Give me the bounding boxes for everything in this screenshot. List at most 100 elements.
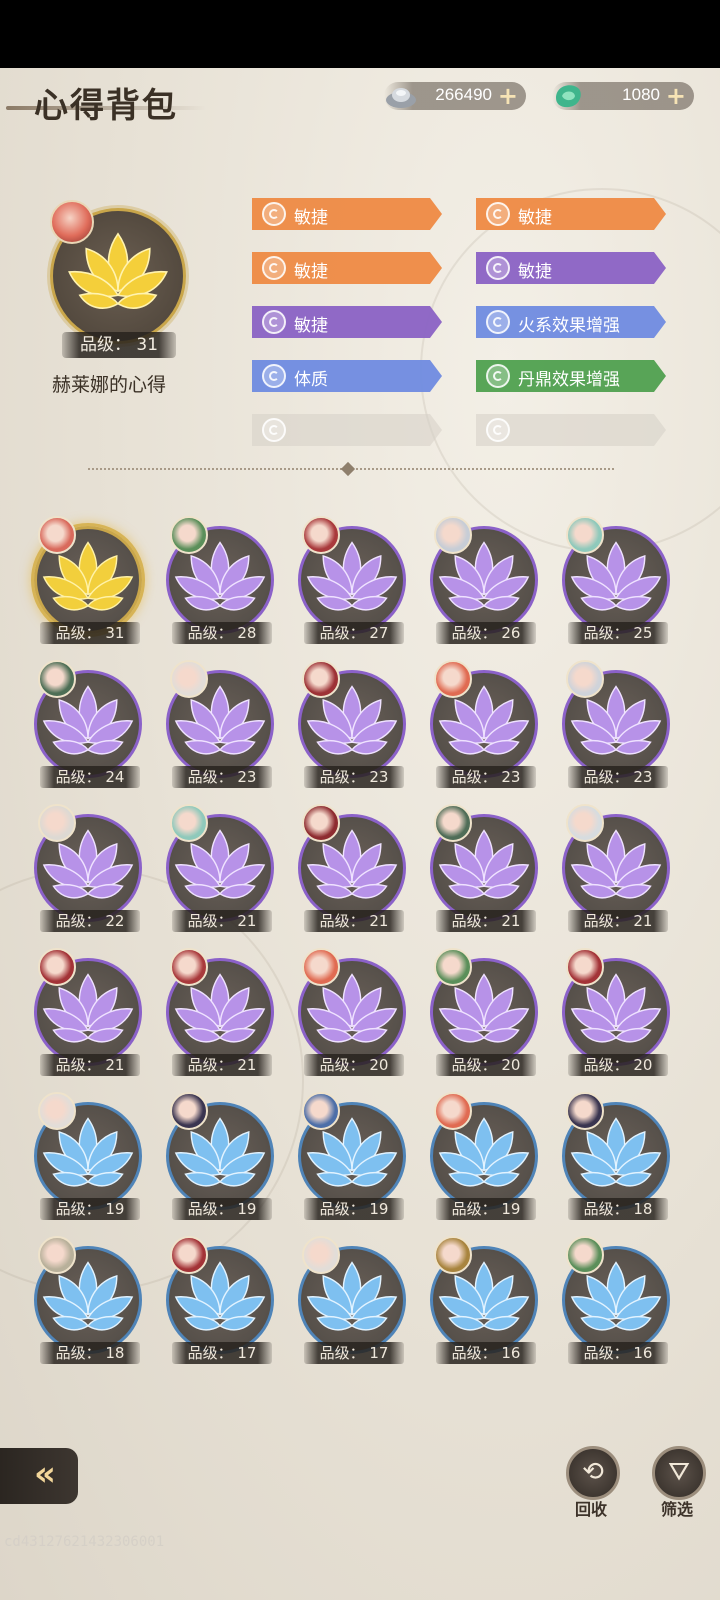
attribute-tag: 火系效果增强 — [476, 306, 666, 338]
character-avatar — [38, 1092, 76, 1130]
add-jade-button[interactable]: + — [666, 82, 686, 110]
lotus-card[interactable]: 品级： 18 — [562, 1092, 674, 1226]
attribute-label: 敏捷 — [294, 208, 328, 228]
jade-amount: 1080 — [622, 85, 660, 104]
character-avatar — [170, 804, 208, 842]
lotus-grade: 品级： 25 — [568, 622, 668, 644]
attribute-tag-empty — [476, 414, 666, 446]
attribute-tag: 敏捷 — [476, 252, 666, 284]
lotus-grade: 品级： 21 — [40, 1054, 140, 1076]
attribute-tag: 丹鼎效果增强 — [476, 360, 666, 392]
character-avatar — [38, 804, 76, 842]
lotus-card[interactable]: 品级： 20 — [562, 948, 674, 1082]
lotus-card[interactable]: 品级： 23 — [166, 660, 278, 794]
character-avatar — [170, 516, 208, 554]
recycle-icon: ⟲ — [582, 1457, 604, 1487]
lotus-grade: 品级： 19 — [172, 1198, 272, 1220]
lotus-grade: 品级： 17 — [172, 1342, 272, 1364]
attribute-emblem-icon — [262, 364, 286, 388]
lotus-card[interactable]: 品级： 17 — [298, 1236, 410, 1370]
recycle-button[interactable]: ⟲ — [566, 1446, 620, 1500]
character-avatar — [434, 948, 472, 986]
lotus-card[interactable]: 品级： 31 — [34, 516, 146, 650]
lotus-card[interactable]: 品级： 16 — [430, 1236, 542, 1370]
attribute-emblem-icon — [486, 364, 510, 388]
lotus-card[interactable]: 品级： 21 — [298, 804, 410, 938]
attribute-tag: 体质 — [252, 360, 442, 392]
lotus-card[interactable]: 品级： 17 — [166, 1236, 278, 1370]
lotus-card[interactable]: 品级： 23 — [298, 660, 410, 794]
lotus-card[interactable]: 品级： 20 — [430, 948, 542, 1082]
lotus-card[interactable]: 品级： 18 — [34, 1236, 146, 1370]
character-avatar — [434, 1092, 472, 1130]
lotus-grade: 品级： 24 — [40, 766, 140, 788]
filter-button[interactable]: ⛛ — [652, 1446, 706, 1500]
character-avatar — [170, 948, 208, 986]
lotus-grade: 品级： 31 — [40, 622, 140, 644]
lotus-card[interactable]: 品级： 21 — [166, 804, 278, 938]
character-avatar — [38, 516, 76, 554]
character-avatar — [566, 660, 604, 698]
attribute-emblem-icon — [486, 418, 510, 442]
lotus-card[interactable]: 品级： 19 — [166, 1092, 278, 1226]
lotus-card[interactable]: 品级： 16 — [562, 1236, 674, 1370]
lotus-card[interactable]: 品级： 24 — [34, 660, 146, 794]
lotus-grade: 品级： 17 — [304, 1342, 404, 1364]
attribute-tag: 敏捷 — [476, 198, 666, 230]
character-avatar — [566, 1236, 604, 1274]
lotus-grade: 品级： 21 — [172, 1054, 272, 1076]
character-avatar — [38, 660, 76, 698]
lotus-grade: 品级： 23 — [304, 766, 404, 788]
lotus-card[interactable]: 品级： 23 — [562, 660, 674, 794]
attribute-label: 体质 — [294, 370, 328, 390]
lotus-grade: 品级： 23 — [172, 766, 272, 788]
attribute-label: 丹鼎效果增强 — [518, 370, 620, 390]
character-avatar — [434, 1236, 472, 1274]
lotus-card[interactable]: 品级： 19 — [34, 1092, 146, 1226]
lotus-card[interactable]: 品级： 26 — [430, 516, 542, 650]
lotus-grade: 品级： 16 — [436, 1342, 536, 1364]
preview-character-avatar — [50, 200, 94, 244]
back-button[interactable]: « — [0, 1448, 78, 1504]
character-avatar — [38, 948, 76, 986]
lotus-grade: 品级： 16 — [568, 1342, 668, 1364]
preview-name: 赫莱娜的心得 — [52, 374, 167, 396]
lotus-card[interactable]: 品级： 28 — [166, 516, 278, 650]
lotus-grade: 品级： 19 — [40, 1198, 140, 1220]
back-arrow-icon: « — [34, 1454, 56, 1494]
character-avatar — [434, 516, 472, 554]
lotus-card[interactable]: 品级： 21 — [562, 804, 674, 938]
silver-ingot-icon — [386, 88, 416, 108]
add-silver-button[interactable]: + — [498, 82, 518, 110]
lotus-card[interactable]: 品级： 25 — [562, 516, 674, 650]
lotus-card[interactable]: 品级： 21 — [430, 804, 542, 938]
lotus-card[interactable]: 品级： 19 — [298, 1092, 410, 1226]
character-avatar — [566, 804, 604, 842]
silver-amount: 266490 — [435, 85, 492, 104]
lotus-card[interactable]: 品级： 22 — [34, 804, 146, 938]
jade-currency: 1080 + — [552, 82, 694, 110]
lotus-grade: 品级： 20 — [304, 1054, 404, 1076]
attribute-emblem-icon — [486, 202, 510, 226]
attribute-tag: 敏捷 — [252, 198, 442, 230]
lotus-card[interactable]: 品级： 19 — [430, 1092, 542, 1226]
character-avatar — [434, 660, 472, 698]
lotus-card[interactable]: 品级： 21 — [34, 948, 146, 1082]
attribute-emblem-icon — [486, 256, 510, 280]
character-avatar — [302, 660, 340, 698]
lotus-grade: 品级： 19 — [436, 1198, 536, 1220]
lotus-card[interactable]: 品级： 21 — [166, 948, 278, 1082]
character-avatar — [170, 1092, 208, 1130]
attribute-emblem-icon — [262, 310, 286, 334]
filter-label: 筛选 — [661, 1500, 694, 1519]
attribute-tag-empty — [252, 414, 442, 446]
lotus-card[interactable]: 品级： 27 — [298, 516, 410, 650]
silver-currency: 266490 + — [384, 82, 526, 110]
watermark: cd43127621432306001 — [4, 1534, 165, 1550]
character-avatar — [38, 1236, 76, 1274]
lotus-card[interactable]: 品级： 20 — [298, 948, 410, 1082]
character-avatar — [170, 1236, 208, 1274]
character-avatar — [170, 660, 208, 698]
lotus-card[interactable]: 品级： 23 — [430, 660, 542, 794]
lotus-grade: 品级： 22 — [40, 910, 140, 932]
